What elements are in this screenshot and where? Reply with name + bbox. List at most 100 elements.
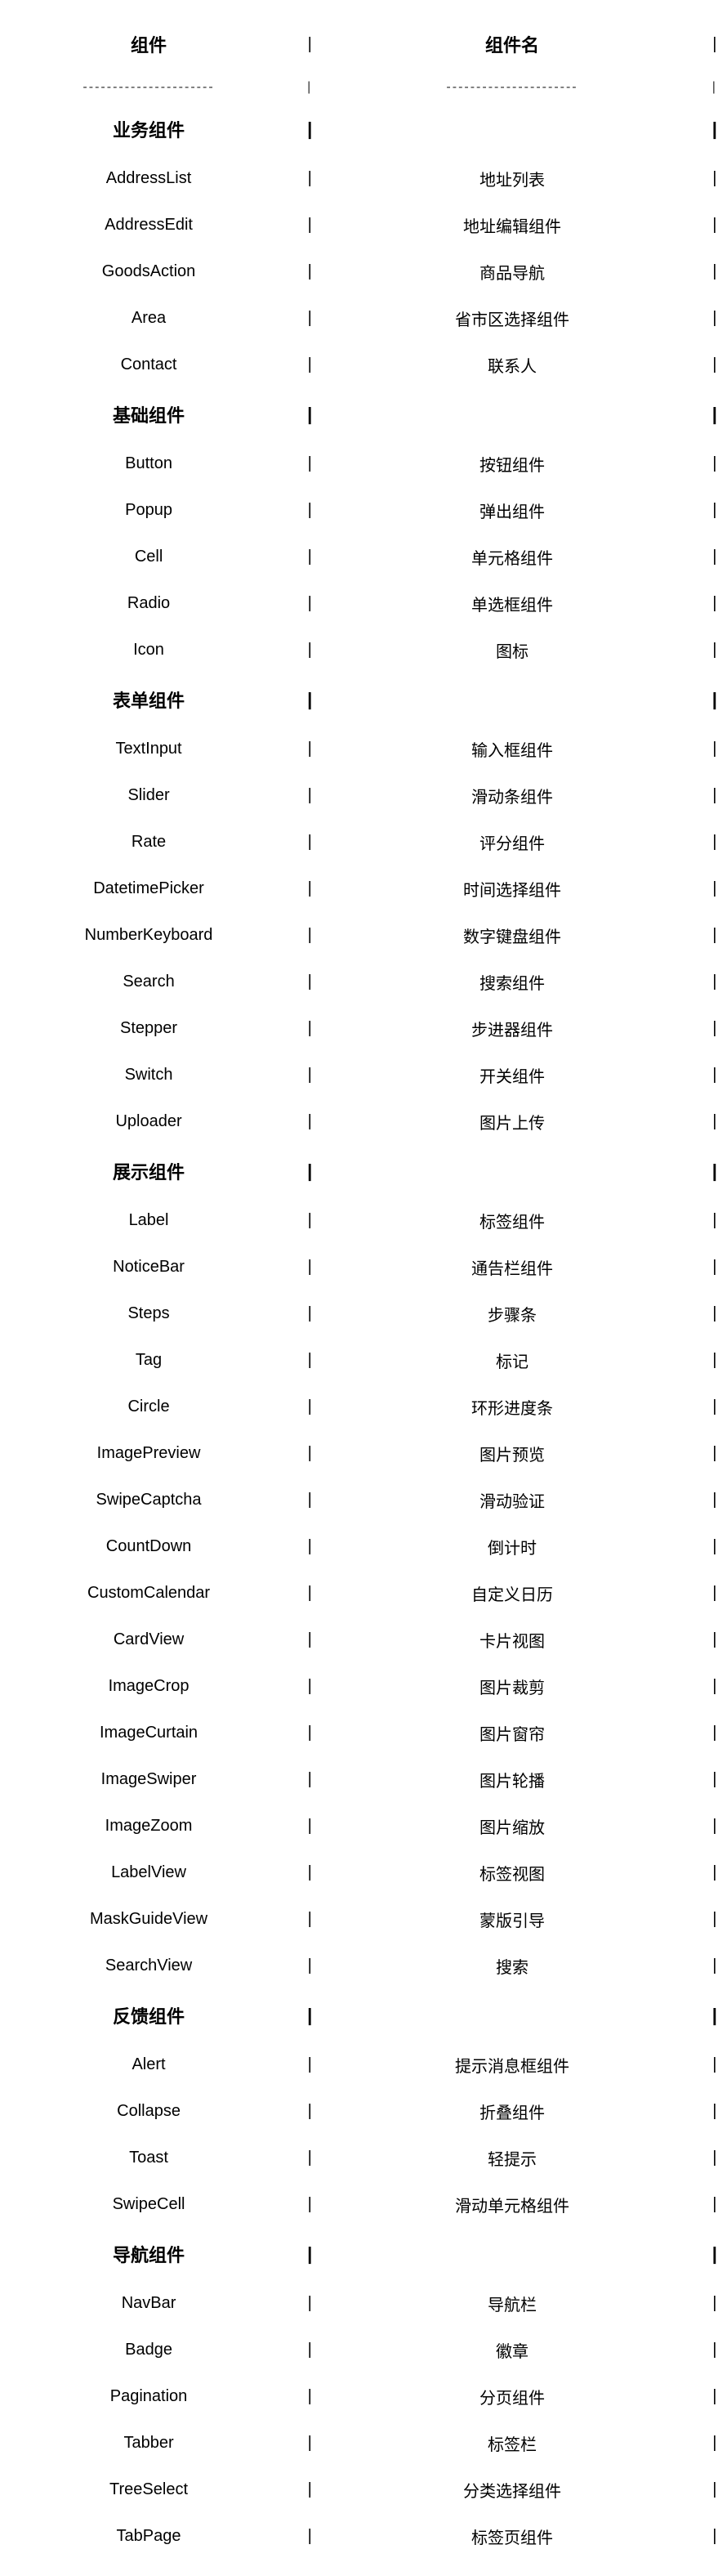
component-name-cn[interactable]: 弹出组件 — [322, 487, 702, 534]
component-name[interactable]: Slider — [0, 772, 297, 819]
category-name-cn[interactable] — [322, 2228, 702, 2280]
component-name-cn[interactable]: 图片窗帘 — [322, 1710, 702, 1756]
component-name[interactable]: NumberKeyboard — [0, 912, 297, 959]
category-name-cn[interactable] — [322, 1989, 702, 2042]
component-name-cn[interactable]: 图片上传 — [322, 1098, 702, 1145]
component-name-cn[interactable]: 单元格组件 — [322, 534, 702, 580]
category-name[interactable]: 业务组件 — [0, 103, 297, 155]
component-name-cn[interactable]: 徽章 — [322, 2327, 702, 2373]
component-name[interactable]: Area — [0, 295, 297, 342]
component-name[interactable]: Rate — [0, 819, 297, 865]
component-name[interactable]: Label — [0, 1197, 297, 1244]
component-name-cn[interactable]: 搜索 — [322, 1943, 702, 1989]
category-name-cn[interactable] — [322, 103, 702, 155]
component-name-cn[interactable]: 导航栏 — [322, 2280, 702, 2327]
category-name[interactable]: 基础组件 — [0, 388, 297, 441]
component-name[interactable]: NoticeBar — [0, 1244, 297, 1290]
component-name[interactable]: Search — [0, 959, 297, 1005]
component-name[interactable]: SearchView — [0, 1943, 297, 1989]
component-name[interactable]: ImageCrop — [0, 1663, 297, 1710]
component-name[interactable]: Radio — [0, 580, 297, 627]
component-name-cn[interactable]: 开关组件 — [322, 1052, 702, 1098]
category-name-cn[interactable] — [322, 388, 702, 441]
component-name[interactable]: Toast — [0, 2135, 297, 2181]
component-name-cn[interactable]: 评分组件 — [322, 819, 702, 865]
component-name[interactable]: Tag — [0, 1337, 297, 1384]
category-name[interactable]: 反馈组件 — [0, 1989, 297, 2042]
component-name-cn[interactable]: 图片预览 — [322, 1430, 702, 1477]
component-name[interactable]: Button — [0, 441, 297, 487]
component-name[interactable]: Stepper — [0, 1005, 297, 1052]
component-name-cn[interactable]: 轻提示 — [322, 2135, 702, 2181]
component-name-cn[interactable]: 自定义日历 — [322, 1570, 702, 1617]
component-name[interactable]: Icon — [0, 627, 297, 673]
component-name-cn[interactable]: 滑动单元格组件 — [322, 2181, 702, 2228]
category-name-cn[interactable] — [322, 1145, 702, 1197]
component-name-cn[interactable]: 商品导航 — [322, 248, 702, 295]
component-name[interactable]: Pagination — [0, 2373, 297, 2420]
component-name[interactable]: LabelView — [0, 1849, 297, 1896]
component-name-cn[interactable]: 标签视图 — [322, 1849, 702, 1896]
component-name[interactable]: Contact — [0, 342, 297, 388]
component-name-cn[interactable]: 输入框组件 — [322, 726, 702, 772]
component-name-cn[interactable]: 数字键盘组件 — [322, 912, 702, 959]
component-name-cn[interactable]: 标签组件 — [322, 1197, 702, 1244]
component-name[interactable]: CustomCalendar — [0, 1570, 297, 1617]
component-name-cn[interactable]: 滑动验证 — [322, 1477, 702, 1523]
component-name-cn[interactable]: 滑动条组件 — [322, 772, 702, 819]
category-name[interactable]: 导航组件 — [0, 2228, 297, 2280]
component-name[interactable]: AddressList — [0, 155, 297, 202]
component-name[interactable]: Uploader — [0, 1098, 297, 1145]
component-name-cn[interactable]: 蒙版引导 — [322, 1896, 702, 1943]
component-name-cn[interactable]: 步进器组件 — [322, 1005, 702, 1052]
category-name[interactable]: 表单组件 — [0, 673, 297, 726]
component-name-cn[interactable]: 图标 — [322, 627, 702, 673]
component-name-cn[interactable]: 图片裁剪 — [322, 1663, 702, 1710]
component-name-cn[interactable]: 搜索组件 — [322, 959, 702, 1005]
component-name[interactable]: Cell — [0, 534, 297, 580]
component-name[interactable]: Alert — [0, 2042, 297, 2088]
component-name[interactable]: Collapse — [0, 2088, 297, 2135]
component-name-cn[interactable]: 折叠组件 — [322, 2088, 702, 2135]
component-name[interactable]: Tabber — [0, 2420, 297, 2466]
component-name[interactable]: AddressEdit — [0, 202, 297, 248]
component-name[interactable]: NavBar — [0, 2280, 297, 2327]
component-name-cn[interactable]: 单选框组件 — [322, 580, 702, 627]
category-name[interactable]: 展示组件 — [0, 1145, 297, 1197]
component-name-cn[interactable]: 倒计时 — [322, 1523, 702, 1570]
component-name[interactable]: CardView — [0, 1617, 297, 1663]
component-name[interactable]: CountDown — [0, 1523, 297, 1570]
component-name[interactable]: Popup — [0, 487, 297, 534]
component-name-cn[interactable]: 按钮组件 — [322, 441, 702, 487]
component-name[interactable]: ImageCurtain — [0, 1710, 297, 1756]
component-name[interactable]: ImageZoom — [0, 1803, 297, 1849]
component-name-cn[interactable]: 步骤条 — [322, 1290, 702, 1337]
component-name-cn[interactable]: 标签页组件 — [322, 2513, 702, 2560]
component-name[interactable]: DatetimePicker — [0, 865, 297, 912]
component-name-cn[interactable]: 联系人 — [322, 342, 702, 388]
component-name-cn[interactable]: 环形进度条 — [322, 1384, 702, 1430]
component-name[interactable]: ImageSwiper — [0, 1756, 297, 1803]
component-name-cn[interactable]: 分页组件 — [322, 2373, 702, 2420]
component-name[interactable]: GoodsAction — [0, 248, 297, 295]
component-name[interactable]: Steps — [0, 1290, 297, 1337]
component-name-cn[interactable]: 时间选择组件 — [322, 865, 702, 912]
component-name[interactable]: Circle — [0, 1384, 297, 1430]
component-name-cn[interactable]: 图片轮播 — [322, 1756, 702, 1803]
component-name[interactable]: MaskGuideView — [0, 1896, 297, 1943]
component-name[interactable]: Switch — [0, 1052, 297, 1098]
component-name-cn[interactable]: 图片缩放 — [322, 1803, 702, 1849]
component-name[interactable]: TreeSelect — [0, 2466, 297, 2513]
component-name-cn[interactable]: 提示消息框组件 — [322, 2042, 702, 2088]
component-name[interactable]: TabPage — [0, 2513, 297, 2560]
component-name-cn[interactable]: 分类选择组件 — [322, 2466, 702, 2513]
component-name-cn[interactable]: 地址列表 — [322, 155, 702, 202]
component-name[interactable]: Badge — [0, 2327, 297, 2373]
category-name-cn[interactable] — [322, 673, 702, 726]
component-name-cn[interactable]: 地址编辑组件 — [322, 202, 702, 248]
component-name-cn[interactable]: 标记 — [322, 1337, 702, 1384]
component-name-cn[interactable]: 通告栏组件 — [322, 1244, 702, 1290]
component-name[interactable]: ImagePreview — [0, 1430, 297, 1477]
component-name[interactable]: SwipeCaptcha — [0, 1477, 297, 1523]
component-name-cn[interactable]: 省市区选择组件 — [322, 295, 702, 342]
